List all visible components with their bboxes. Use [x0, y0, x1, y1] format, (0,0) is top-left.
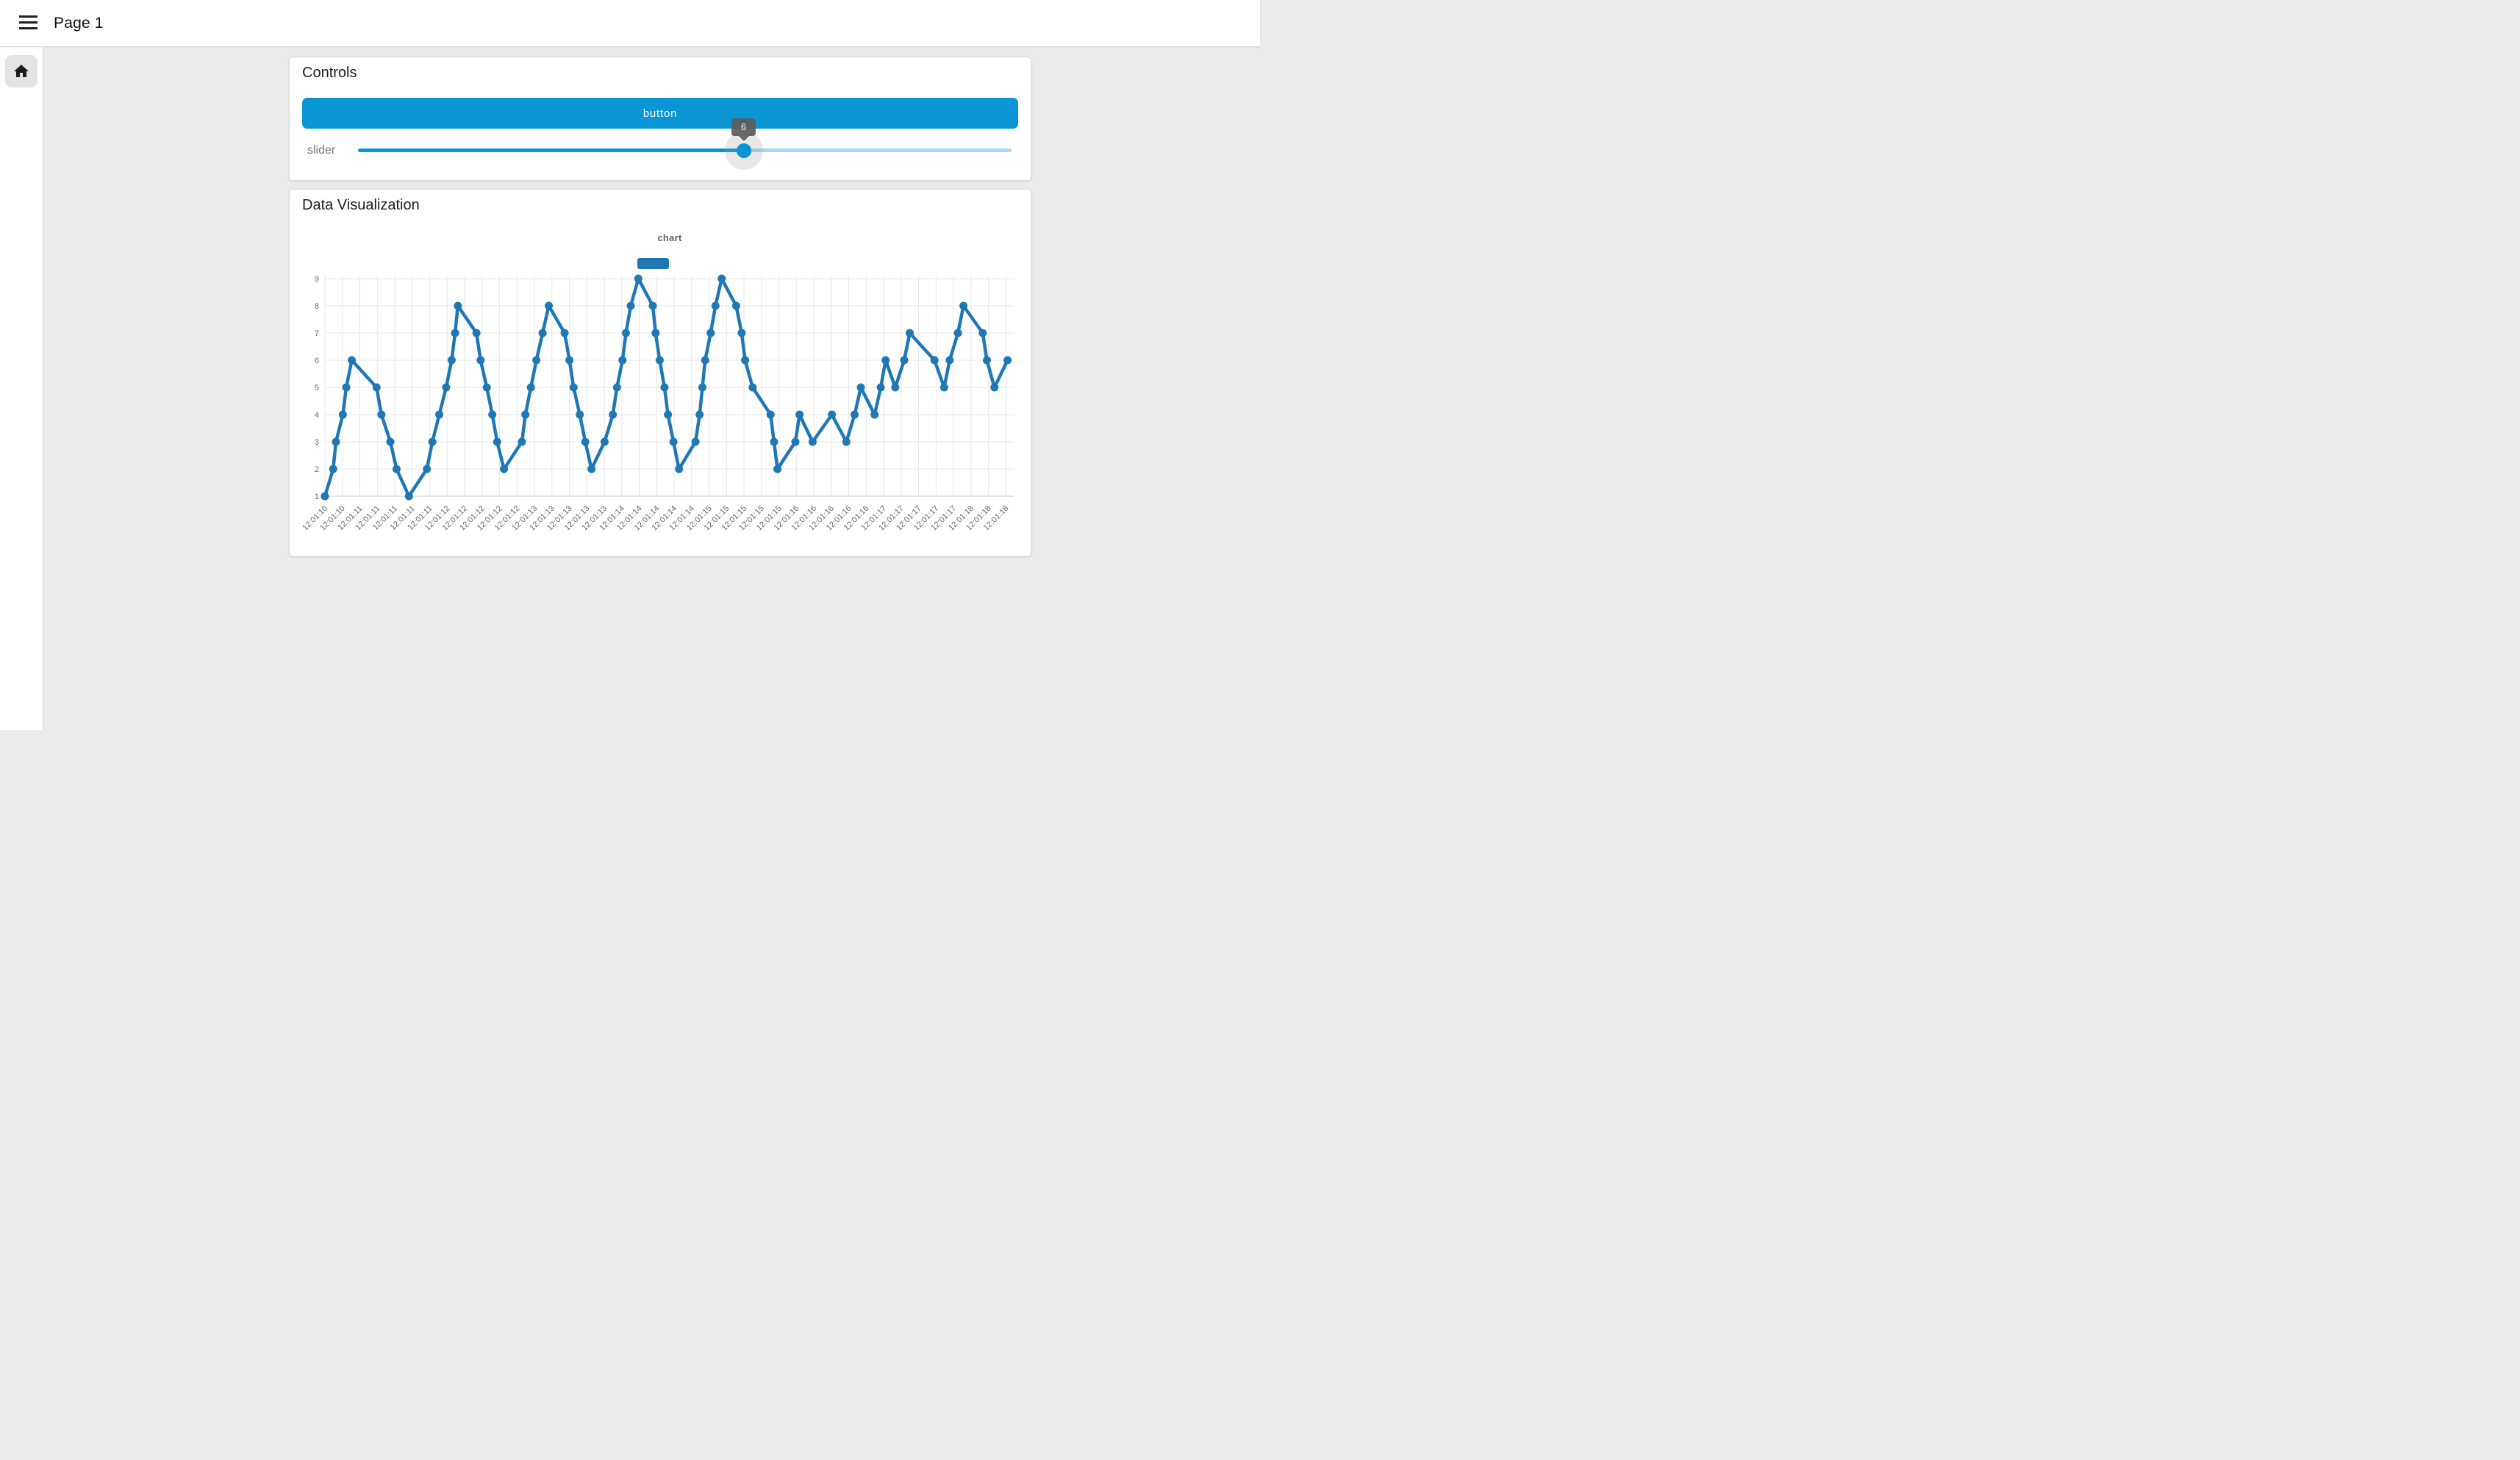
- svg-text:6: 6: [315, 357, 319, 365]
- data-visualization-card: Data Visualization chart 12:01:1012:01:1…: [289, 189, 1031, 557]
- svg-text:9: 9: [315, 275, 319, 284]
- slider-fill: [358, 148, 744, 152]
- svg-text:8: 8: [315, 302, 319, 311]
- sidebar: [0, 47, 43, 730]
- slider-track[interactable]: [358, 148, 1012, 152]
- menu-icon[interactable]: [19, 15, 37, 31]
- svg-text:4: 4: [315, 411, 319, 420]
- svg-text:2: 2: [315, 465, 319, 474]
- chart-title: chart: [559, 232, 780, 243]
- slider-value-tooltip: 6: [731, 118, 756, 136]
- slider-label: slider: [307, 144, 335, 157]
- top-app-bar: Page 1: [0, 0, 1260, 47]
- chart-canvas[interactable]: 12:01:1012:01:1012:01:1112:01:1112:01:11…: [290, 271, 1031, 556]
- svg-text:5: 5: [315, 384, 319, 393]
- svg-text:3: 3: [315, 438, 319, 447]
- action-button[interactable]: button: [302, 98, 1018, 129]
- slider-thumb[interactable]: [737, 143, 751, 158]
- svg-text:1: 1: [315, 493, 319, 501]
- home-icon: [12, 62, 30, 80]
- controls-card: Controls button slider 6: [289, 57, 1031, 181]
- controls-card-title: Controls: [302, 65, 357, 82]
- sidebar-home-button[interactable]: [5, 55, 37, 87]
- chart-legend-swatch[interactable]: [637, 258, 669, 269]
- viz-card-title: Data Visualization: [302, 197, 420, 214]
- page-title: Page 1: [54, 0, 104, 46]
- svg-text:7: 7: [315, 329, 319, 338]
